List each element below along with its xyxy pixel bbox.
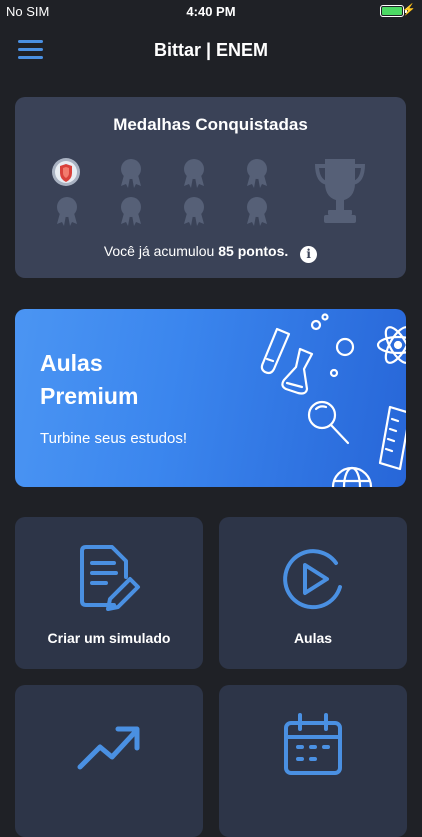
tile-label: Aulas — [293, 630, 333, 646]
medal-earned-icon — [52, 158, 80, 186]
nav-bar: Bittar | ENEM — [0, 22, 422, 78]
trending-up-icon — [77, 726, 140, 770]
charging-icon: ⚡ — [402, 4, 416, 16]
science-illustration-icon — [260, 313, 406, 487]
medal-locked-icon — [184, 159, 204, 188]
medals-title: Medalhas Conquistadas — [113, 115, 308, 134]
medal-locked-icon — [247, 159, 267, 188]
play-circle-icon — [283, 549, 342, 610]
premium-banner[interactable]: Aulas Premium Turbine seus estudos! — [15, 309, 406, 487]
premium-title: Aulas Premium — [40, 350, 139, 409]
status-bar: No SIM 4:40 PM ⚡ — [0, 0, 422, 22]
points-value: 85 pontos. — [218, 243, 289, 259]
medal-locked-icon — [121, 159, 141, 188]
medal-locked-icon — [184, 197, 204, 226]
medal-locked-icon — [57, 197, 77, 226]
tile-label: Criar um simulado — [47, 630, 171, 646]
create-simulation-tile[interactable]: Criar um simulado — [15, 517, 203, 669]
points-summary: Você já acumulou 85 pontos. i — [15, 243, 406, 263]
calendar-icon — [284, 713, 342, 775]
lessons-tile[interactable]: Aulas — [219, 517, 407, 669]
battery-icon — [380, 5, 407, 17]
trophy-icon — [315, 159, 365, 223]
calendar-tile[interactable] — [219, 685, 407, 837]
points-prefix: Você já acumulou — [103, 243, 215, 259]
page-title: Bittar | ENEM — [153, 40, 269, 60]
medal-locked-icon — [247, 197, 267, 226]
clock: 4:40 PM — [186, 4, 236, 19]
document-edit-icon — [80, 545, 140, 611]
medal-locked-icon — [121, 197, 141, 226]
medals-card[interactable]: Medalhas Conquistadas Você já acumulou 8… — [15, 97, 406, 278]
premium-subtitle: Turbine seus estudos! — [40, 430, 188, 447]
info-icon[interactable]: i — [300, 246, 318, 263]
progress-tile[interactable] — [15, 685, 203, 837]
